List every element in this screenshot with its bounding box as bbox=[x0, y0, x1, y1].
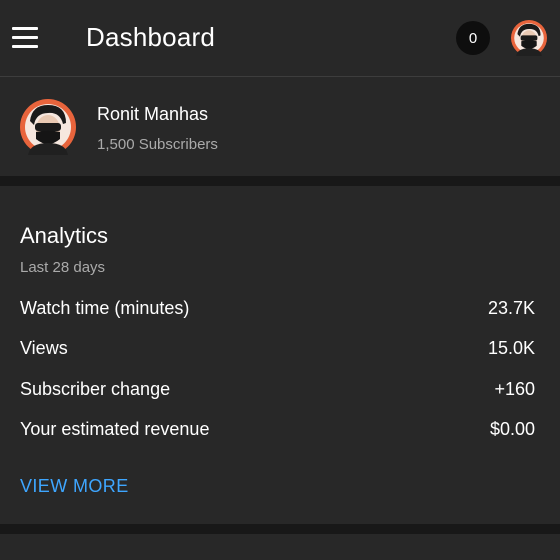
metric-value: 23.7K bbox=[487, 297, 535, 318]
notification-count-badge[interactable]: 0 bbox=[456, 21, 490, 55]
metric-row-watch-time: Watch time (minutes) 23.7K bbox=[20, 295, 535, 321]
subscriber-count: 1,500 Subscribers bbox=[97, 136, 218, 153]
analytics-period: Last 28 days bbox=[20, 259, 106, 276]
metric-value: 15.0K bbox=[487, 337, 535, 358]
menu-bar bbox=[12, 44, 38, 48]
metric-label: Subscriber change bbox=[20, 378, 171, 399]
metric-label: Watch time (minutes) bbox=[20, 297, 190, 318]
metric-row-estimated-revenue: Your estimated revenue $0.00 bbox=[20, 416, 535, 442]
page-title: Dashboard bbox=[86, 22, 215, 52]
hamburger-menu-icon[interactable] bbox=[8, 22, 42, 52]
menu-bar bbox=[12, 35, 38, 39]
section-divider bbox=[0, 176, 560, 186]
account-avatar-icon[interactable] bbox=[511, 20, 547, 56]
menu-bar bbox=[12, 26, 38, 30]
channel-name: Ronit Manhas bbox=[97, 104, 209, 124]
metric-label: Views bbox=[20, 337, 68, 358]
metric-row-views: Views 15.0K bbox=[20, 335, 535, 361]
metric-row-subscriber-change: Subscriber change +160 bbox=[20, 376, 535, 402]
analytics-card: Analytics Last 28 days Watch time (minut… bbox=[0, 186, 560, 524]
metric-value: +160 bbox=[494, 378, 535, 399]
app-screen: Dashboard 0 Ronit Manhas 1,500 Subscribe… bbox=[0, 0, 560, 560]
section-divider bbox=[0, 524, 560, 534]
view-more-button[interactable]: VIEW MORE bbox=[20, 476, 129, 497]
channel-summary[interactable]: Ronit Manhas 1,500 Subscribers bbox=[0, 77, 560, 176]
channel-avatar-icon[interactable] bbox=[20, 99, 76, 155]
metric-label: Your estimated revenue bbox=[20, 418, 210, 439]
metric-value: $0.00 bbox=[489, 418, 535, 439]
top-app-bar: Dashboard 0 bbox=[0, 0, 560, 77]
next-card-edge bbox=[0, 534, 560, 560]
analytics-title: Analytics bbox=[20, 223, 109, 248]
